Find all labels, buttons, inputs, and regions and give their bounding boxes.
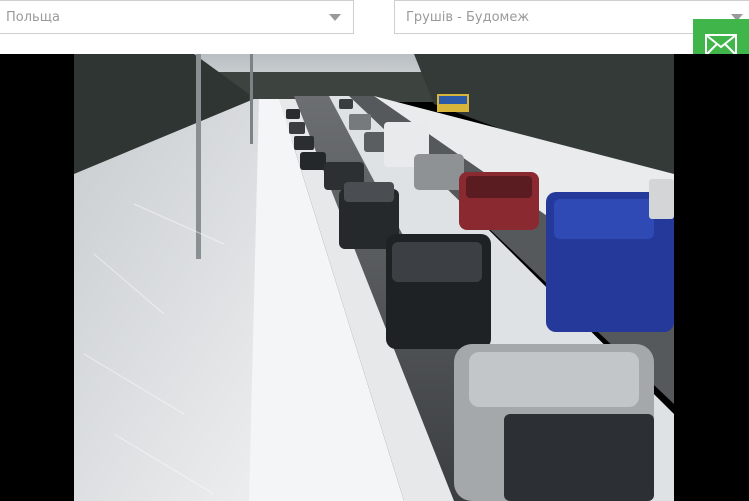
mail-icon	[705, 34, 737, 56]
country-select[interactable]: Польща	[0, 0, 354, 34]
camera-feed-image[interactable]	[74, 54, 674, 501]
crossing-select-value: Грушів - Будомеж	[406, 9, 530, 25]
chevron-down-icon	[329, 13, 341, 21]
camera-frame	[0, 54, 749, 501]
page: Польща Грушів - Будомеж	[0, 0, 749, 501]
country-select-value: Польща	[6, 9, 60, 25]
